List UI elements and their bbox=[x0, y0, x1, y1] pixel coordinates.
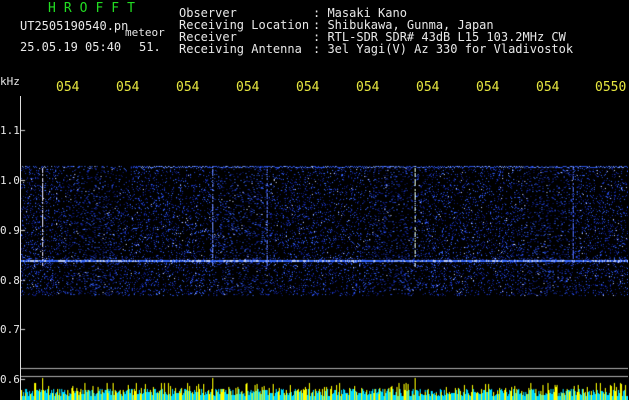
x-tick-label: 0550 bbox=[595, 80, 627, 95]
meteor-count: 51. bbox=[139, 40, 161, 54]
spectrogram-canvas bbox=[21, 96, 628, 400]
x-tick-label: 054 bbox=[176, 80, 200, 95]
x-tick-label: 054 bbox=[536, 80, 560, 95]
x-tick-label: 054 bbox=[416, 80, 440, 95]
file-name: UT2505190540.pn bbox=[20, 19, 129, 33]
x-tick-label: 054 bbox=[236, 80, 260, 95]
x-tick-label: 054 bbox=[116, 80, 140, 95]
y-axis-unit: kHz bbox=[0, 75, 20, 88]
info-value-antenna: : 3el Yagi(V) Az 330 for Vladivostok bbox=[313, 42, 574, 56]
y-tick-label: 1.1 bbox=[0, 124, 20, 137]
x-tick-label: 054 bbox=[356, 80, 380, 95]
y-tick-label: 1.0 bbox=[0, 174, 20, 187]
x-tick-label: 054 bbox=[56, 80, 80, 95]
y-tick-label: 0.9 bbox=[0, 224, 20, 237]
meteor-label: meteor bbox=[125, 26, 165, 39]
y-tick-label: 0.6 bbox=[0, 373, 20, 386]
info-label-antenna: Receiving Antenna bbox=[179, 42, 302, 56]
date-time: 25.05.19 05:40 bbox=[20, 40, 122, 54]
x-tick-label: 054 bbox=[476, 80, 500, 95]
y-tick-label: 0.7 bbox=[0, 323, 20, 336]
app-title: HROFFT bbox=[48, 1, 143, 16]
y-tick-label: 0.8 bbox=[0, 274, 20, 287]
x-tick-label: 054 bbox=[296, 80, 320, 95]
